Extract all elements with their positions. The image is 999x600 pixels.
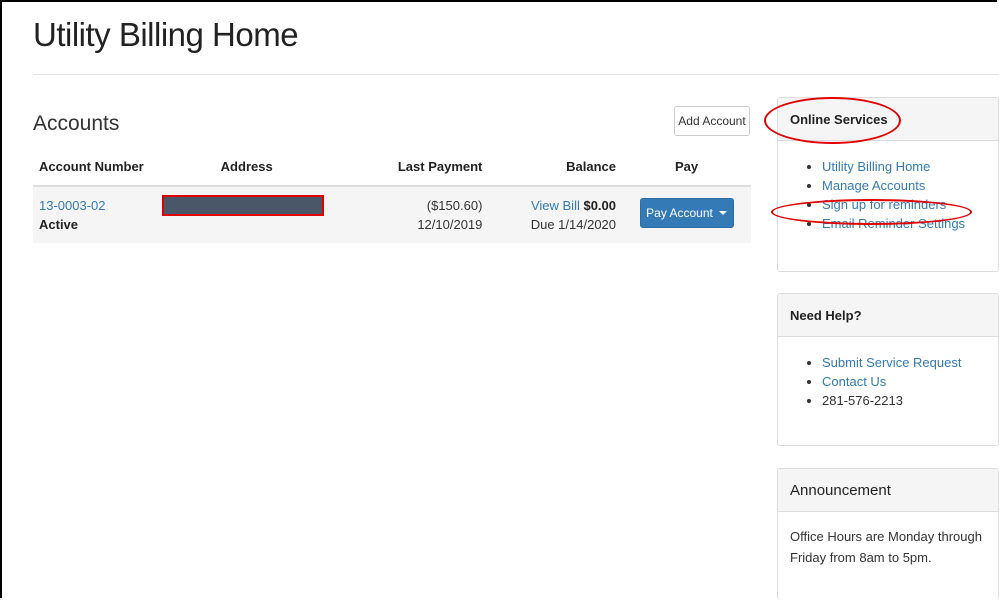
column-header-last-payment: Last Payment bbox=[338, 146, 489, 187]
list-item: 281-576-2213 bbox=[822, 391, 986, 410]
need-help-list: Submit Service Request Contact Us 281-57… bbox=[790, 353, 986, 410]
account-status: Active bbox=[39, 217, 79, 232]
list-item: Email Reminder Settings bbox=[822, 214, 986, 233]
list-item: Contact Us bbox=[822, 372, 986, 391]
list-item: Utility Billing Home bbox=[822, 157, 986, 176]
table-row: 13-0003-02 Active ($150.60) 12/10/2019 V… bbox=[33, 186, 751, 243]
need-help-body: Submit Service Request Contact Us 281-57… bbox=[778, 337, 998, 422]
caret-down-icon bbox=[718, 211, 727, 215]
list-item: Manage Accounts bbox=[822, 176, 986, 195]
online-services-list: Utility Billing Home Manage Accounts Sig… bbox=[790, 157, 986, 233]
pay-cell: Pay Account bbox=[622, 186, 751, 243]
need-help-panel: Need Help? Submit Service Request Contac… bbox=[777, 293, 999, 446]
announcement-heading: Announcement bbox=[778, 469, 998, 512]
submit-service-request-link[interactable]: Submit Service Request bbox=[822, 355, 961, 370]
pay-account-button[interactable]: Pay Account bbox=[639, 198, 734, 228]
contact-us-link[interactable]: Contact Us bbox=[822, 374, 886, 389]
last-payment-date: 12/10/2019 bbox=[417, 217, 483, 232]
due-date: Due 1/14/2020 bbox=[530, 217, 617, 232]
column-header-account-number: Account Number bbox=[33, 146, 156, 187]
online-services-heading: Online Services bbox=[778, 98, 998, 141]
need-help-heading: Need Help? bbox=[778, 294, 998, 337]
sign-up-reminders-link[interactable]: Sign up for reminders bbox=[822, 197, 946, 212]
phone-number: 281-576-2213 bbox=[822, 393, 903, 408]
view-bill-link[interactable]: View Bill bbox=[531, 198, 580, 213]
manage-accounts-link[interactable]: Manage Accounts bbox=[822, 178, 925, 193]
redacted-address bbox=[162, 195, 325, 216]
balance-amount: $0.00 bbox=[583, 198, 617, 213]
accounts-heading: Accounts bbox=[33, 112, 120, 135]
last-payment-amount: ($150.60) bbox=[426, 198, 483, 213]
account-number-link[interactable]: 13-0003-02 bbox=[39, 198, 106, 213]
last-payment-cell: ($150.60) 12/10/2019 bbox=[338, 186, 489, 243]
address-cell bbox=[155, 186, 339, 243]
column-header-address: Address bbox=[155, 146, 339, 187]
balance-cell: View Bill $0.00 Due 1/14/2020 bbox=[488, 186, 623, 243]
utility-billing-home-link[interactable]: Utility Billing Home bbox=[822, 159, 930, 174]
announcement-panel: Announcement Office Hours are Monday thr… bbox=[777, 468, 999, 600]
title-divider bbox=[33, 74, 999, 75]
page-title: Utility Billing Home bbox=[33, 16, 299, 53]
pay-account-label: Pay Account bbox=[646, 205, 713, 220]
list-item: Submit Service Request bbox=[822, 353, 986, 372]
online-services-panel: Online Services Utility Billing Home Man… bbox=[777, 97, 999, 272]
column-header-balance: Balance bbox=[488, 146, 623, 187]
list-item: Sign up for reminders bbox=[822, 195, 986, 214]
online-services-body: Utility Billing Home Manage Accounts Sig… bbox=[778, 141, 998, 245]
column-header-pay: Pay bbox=[622, 146, 751, 187]
announcement-text: Office Hours are Monday through Friday f… bbox=[790, 529, 982, 565]
account-number-cell: 13-0003-02 Active bbox=[33, 186, 156, 243]
email-reminder-settings-link[interactable]: Email Reminder Settings bbox=[822, 216, 965, 231]
add-account-button[interactable]: Add Account bbox=[674, 106, 750, 136]
accounts-table: Account Number Address Last Payment Bala… bbox=[33, 146, 751, 243]
table-header-row: Account Number Address Last Payment Bala… bbox=[33, 146, 751, 187]
